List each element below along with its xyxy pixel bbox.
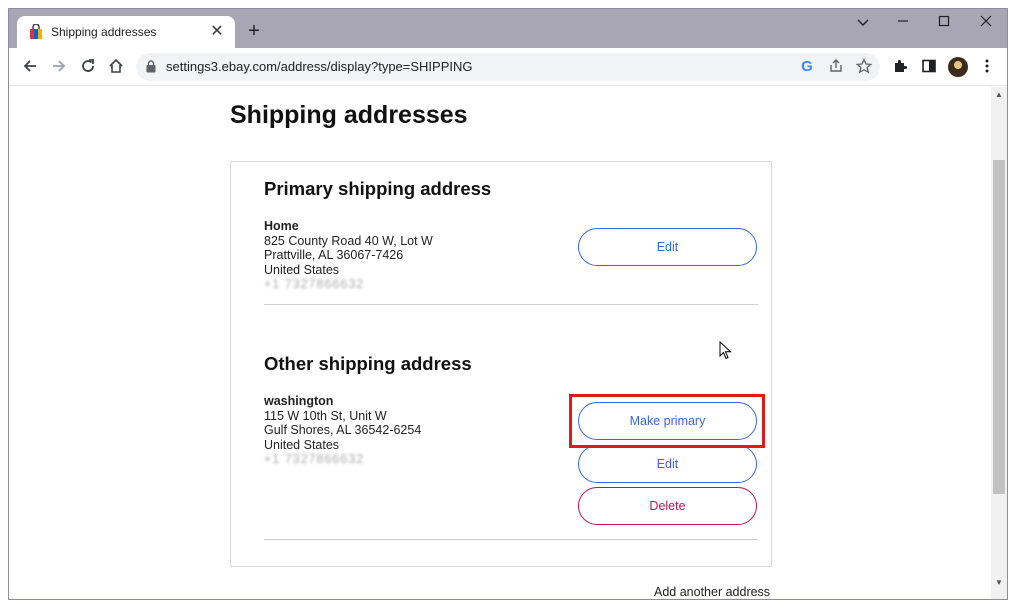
profile-avatar[interactable]: [948, 57, 968, 77]
primary-address-name: Home: [264, 219, 299, 233]
page-viewport: Shipping addresses Primary shipping addr…: [9, 87, 991, 599]
scroll-up-icon[interactable]: ▲: [991, 88, 1007, 102]
tab-close-icon[interactable]: ✕: [209, 24, 225, 40]
scroll-down-icon[interactable]: ▼: [991, 576, 1007, 590]
page-title: Shipping addresses: [230, 101, 468, 129]
other-edit-button[interactable]: Edit: [578, 445, 757, 483]
new-tab-button[interactable]: +: [244, 20, 264, 42]
other-address: washington 115 W 10th St, Unit W Gulf Sh…: [264, 394, 421, 467]
tab-title: Shipping addresses: [51, 25, 157, 39]
share-icon[interactable]: [827, 58, 845, 76]
extensions-icon[interactable]: [891, 58, 909, 76]
make-primary-button[interactable]: Make primary: [578, 402, 757, 440]
browser-tab[interactable]: Shipping addresses ✕: [17, 16, 235, 48]
mouse-cursor-icon: [719, 340, 733, 366]
side-panel-icon[interactable]: [920, 58, 938, 76]
other-section-heading: Other shipping address: [264, 353, 472, 374]
lock-icon[interactable]: [146, 60, 156, 73]
other-address-name: washington: [264, 394, 334, 408]
primary-address: Home 825 County Road 40 W, Lot W Prattvi…: [264, 219, 433, 292]
back-icon[interactable]: [19, 57, 41, 79]
other-address-country: United States: [264, 437, 340, 452]
primary-address-phone: +1 7327866632: [264, 277, 365, 291]
delete-button[interactable]: Delete: [578, 487, 757, 525]
minimize-icon[interactable]: [891, 12, 915, 32]
shopping-bag-icon: [29, 23, 43, 40]
url-text[interactable]: settings3.ebay.com/address/display?type=…: [166, 59, 473, 74]
scrollbar-thumb[interactable]: [993, 160, 1005, 494]
google-icon[interactable]: G: [798, 58, 816, 76]
home-icon[interactable]: [105, 57, 127, 79]
primary-address-line2: Prattville, AL 36067-7426: [264, 248, 404, 262]
forward-icon[interactable]: [48, 57, 70, 79]
primary-section-heading: Primary shipping address: [264, 178, 492, 199]
close-window-icon[interactable]: [974, 12, 998, 32]
other-address-line1: 115 W 10th St, Unit W: [264, 408, 387, 423]
add-address-link[interactable]: Add another address: [654, 585, 770, 599]
other-address-phone: +1 7327866632: [264, 452, 365, 466]
reload-icon[interactable]: [77, 57, 99, 79]
star-icon[interactable]: [855, 57, 873, 76]
section-divider: [264, 539, 758, 540]
maximize-icon[interactable]: [932, 12, 956, 32]
primary-edit-button[interactable]: Edit: [578, 228, 757, 266]
primary-address-line1: 825 County Road 40 W, Lot W: [264, 233, 433, 248]
other-address-line2: Gulf Shores, AL 36542-6254: [264, 423, 422, 437]
tab-search-icon[interactable]: [851, 12, 875, 32]
menu-icon[interactable]: [978, 58, 996, 76]
section-divider: [264, 304, 758, 305]
primary-address-country: United States: [264, 262, 340, 277]
address-card: Primary shipping address Home 825 County…: [230, 161, 772, 567]
